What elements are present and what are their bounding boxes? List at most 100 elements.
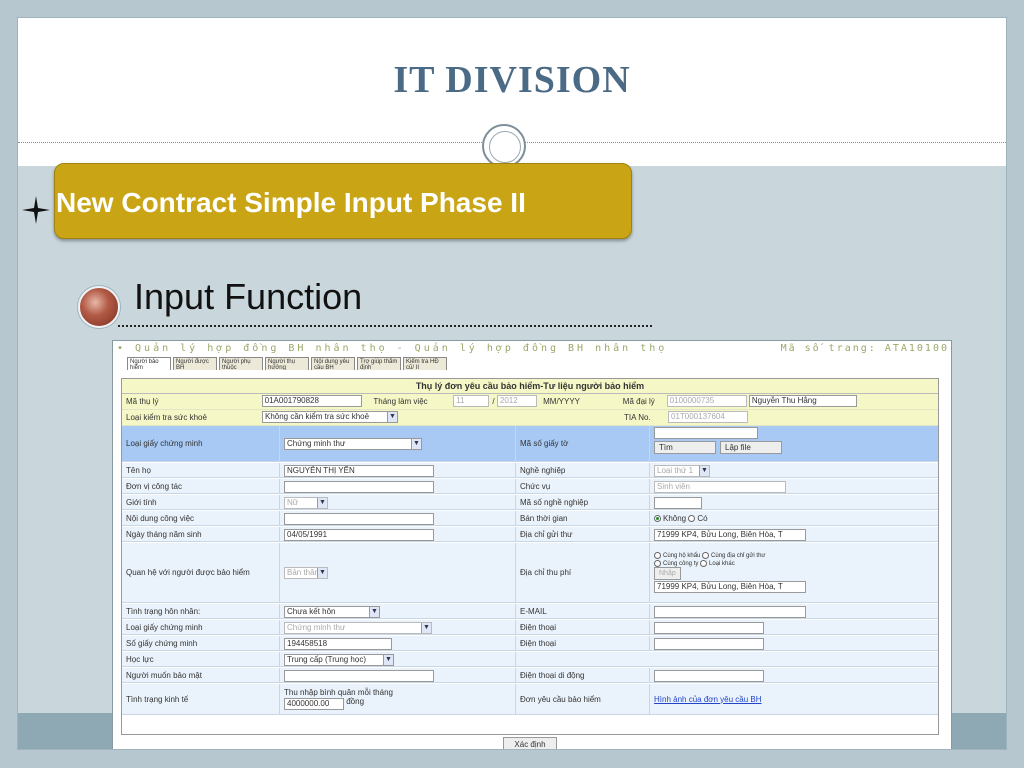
dropdown-value: Chưa kết hôn bbox=[287, 606, 336, 616]
radio-same-company[interactable] bbox=[654, 559, 661, 567]
field-label: E-MAIL bbox=[516, 604, 650, 618]
year-field[interactable]: 2012 bbox=[496, 395, 537, 407]
text-input[interactable]: Sinh viên bbox=[654, 480, 786, 493]
field-value-cell: Chưa kết hôn ▼ bbox=[280, 604, 516, 618]
dropdown-value: Trung cấp (Trung học) bbox=[287, 654, 366, 664]
text-input[interactable] bbox=[654, 605, 806, 618]
agent-name-field[interactable]: Nguyễn Thu Hằng bbox=[748, 395, 857, 407]
radio-yes[interactable] bbox=[688, 514, 696, 522]
field-label: Ngày tháng năm sinh bbox=[122, 527, 280, 541]
field-label: Nghề nghiệp bbox=[516, 463, 650, 477]
tab-tro-giup-tham-dinh[interactable]: Trợ giúp thẩm định bbox=[357, 357, 401, 370]
circle-ornament-icon bbox=[482, 124, 526, 168]
field-value-cell: Hình ảnh của đơn yêu cầu BH bbox=[650, 684, 940, 714]
dropdown-value: Loại thứ 1 bbox=[657, 465, 694, 475]
document-number-input[interactable] bbox=[654, 427, 758, 439]
health-check-select[interactable]: Không cần kiểm tra sức khoẻ ▼ bbox=[262, 411, 398, 423]
field-value-cell bbox=[280, 511, 516, 525]
text-input[interactable] bbox=[284, 669, 434, 682]
grid-row: Học lực Trung cấp (Trung học) ▼ bbox=[122, 652, 938, 667]
radio-other[interactable] bbox=[700, 559, 708, 567]
field-value-cell: 71999 KP4, Bửu Long, Biên Hòa, T bbox=[650, 527, 940, 541]
field-label: Học lực bbox=[122, 652, 280, 666]
dropdown-select[interactable]: Bản thân ▼ bbox=[284, 567, 328, 579]
tab-bar: Người bảo hiểm Người được BH Người phụ t… bbox=[113, 357, 951, 370]
field-label: Tình trạng hôn nhân: bbox=[122, 604, 280, 618]
text-input[interactable] bbox=[654, 621, 764, 634]
tab-nguoi-bao-hiem[interactable]: Người bảo hiểm bbox=[127, 357, 171, 370]
confirm-button[interactable]: Xác định bbox=[503, 737, 557, 749]
tab-nguoi-duoc-bh[interactable]: Người được BH bbox=[173, 357, 217, 370]
grid-row: Số giấy chứng minh 194458518 Điện thoại bbox=[122, 636, 938, 651]
billing-address-input[interactable]: 71999 KP4, Bửu Long, Biên Hòa, T bbox=[654, 580, 806, 593]
enter-button[interactable]: Nhập bbox=[654, 566, 681, 580]
dropdown-select[interactable]: Chưa kết hôn ▼ bbox=[284, 605, 380, 618]
field-label: Giới tính bbox=[122, 495, 280, 509]
field-label-text: Nghề nghiệp bbox=[520, 465, 566, 475]
dropdown-select[interactable]: Nữ ▼ bbox=[284, 496, 328, 509]
field-label-text: Chức vụ bbox=[520, 481, 551, 491]
ma-dai-ly-label: Mã đại lý bbox=[622, 397, 655, 406]
thang-lam-viec-label: Tháng làm việc bbox=[373, 397, 428, 406]
occupation-select[interactable]: Loại thứ 1 ▼ bbox=[654, 464, 710, 477]
ma-thu-ly-field[interactable]: 01A001790828 bbox=[261, 395, 362, 407]
dropdown-select[interactable]: Chứng minh thư ▼ bbox=[284, 438, 422, 450]
field-label-text: Điện thoại di động bbox=[520, 670, 585, 680]
tab-nguoi-phu-thuoc[interactable]: Người phụ thuộc bbox=[219, 357, 263, 370]
tab-noi-dung-yeu-cau[interactable]: Nội dung yêu cầu BH bbox=[311, 357, 355, 370]
date-format-hint: MM/YYYY bbox=[543, 397, 581, 406]
field-label-text: Loại giấy chứng minh bbox=[126, 439, 203, 448]
field-value-cell bbox=[280, 479, 516, 493]
dropdown-select[interactable]: Trung cấp (Trung học) ▼ bbox=[284, 653, 394, 666]
field-label: Địa chỉ thu phí bbox=[516, 543, 650, 602]
tia-no-field[interactable]: 01T000137604 bbox=[668, 411, 748, 423]
field-label: Loại giấy chứng minh bbox=[122, 620, 280, 634]
field-value-cell: Chứng minh thư ▼ bbox=[280, 426, 516, 461]
dropdown-value: Nữ bbox=[287, 497, 299, 507]
radio-line: Cùng công ty Loại khác bbox=[654, 559, 735, 567]
text-input[interactable] bbox=[654, 496, 702, 509]
dropdown-value: Chứng minh thư bbox=[287, 439, 346, 448]
dropdown-select[interactable]: Chứng minh thư ▼ bbox=[284, 621, 432, 634]
form-row-1: Mã thụ lý 01A001790828 Tháng làm việc 11… bbox=[122, 394, 938, 410]
radio-same-mailing[interactable] bbox=[702, 552, 710, 560]
income-row: 4000000.00 đồng bbox=[284, 697, 364, 710]
field-label: Đơn yêu cầu bảo hiểm bbox=[516, 684, 650, 714]
agent-code-field[interactable]: 0100000735 bbox=[666, 395, 747, 407]
field-label-text: Ngày tháng năm sinh bbox=[126, 529, 202, 539]
field-label: Điện thoại bbox=[516, 620, 650, 634]
find-button[interactable]: Tìm bbox=[654, 441, 716, 454]
submit-bar: Xác định bbox=[121, 737, 939, 749]
text-input[interactable] bbox=[284, 480, 434, 493]
text-input[interactable] bbox=[654, 637, 764, 650]
radio-same-household[interactable] bbox=[654, 552, 661, 560]
field-label-text: Học lực bbox=[126, 654, 154, 664]
income-label: Thu nhập bình quân mỗi tháng bbox=[284, 688, 393, 697]
grid-row: Ngày tháng năm sinh 04/05/1991 Địa chỉ gửi… bbox=[122, 527, 938, 542]
text-input[interactable]: 194458518 bbox=[284, 637, 392, 650]
create-file-button[interactable]: Lập file bbox=[720, 441, 782, 454]
text-input[interactable] bbox=[284, 512, 434, 525]
field-label-text: Giới tính bbox=[126, 497, 157, 507]
slide: IT DIVISION New Contract Simple Input Ph… bbox=[17, 17, 1007, 750]
text-input[interactable]: 04/05/1991 bbox=[284, 528, 434, 541]
tab-nguoi-thu-huong[interactable]: Người thụ hưởng bbox=[265, 357, 309, 370]
income-unit: đồng bbox=[344, 697, 365, 706]
text-input[interactable]: NGUYỄN THỊ YẾN bbox=[284, 464, 434, 477]
text-input[interactable]: 71999 KP4, Bửu Long, Biên Hòa, T bbox=[654, 528, 806, 541]
field-value-cell bbox=[280, 668, 516, 682]
tab-kiem-tra-hd[interactable]: Kiểm tra HĐ cũ/ II bbox=[403, 357, 447, 370]
form-row-2: Loại kiểm tra sức khoẻ Không cần kiểm tr… bbox=[122, 410, 938, 426]
field-label-text: Địa chỉ thu phí bbox=[520, 568, 572, 577]
field-value-cell: Nữ ▼ bbox=[280, 495, 516, 509]
month-field[interactable]: 11 bbox=[453, 395, 490, 407]
application-image-link[interactable]: Hình ảnh của đơn yêu cầu BH bbox=[654, 695, 762, 704]
field-value-cell: Trung cấp (Trung học) ▼ bbox=[280, 652, 516, 666]
radio-no[interactable] bbox=[654, 514, 661, 522]
income-input[interactable]: 4000000.00 bbox=[284, 698, 344, 710]
field-value-cell bbox=[650, 495, 940, 509]
bullet-ball-icon bbox=[78, 286, 120, 328]
text-input[interactable] bbox=[654, 669, 764, 682]
field-label-text: Đơn vị công tác bbox=[126, 481, 182, 491]
chevron-down-icon: ▼ bbox=[411, 439, 421, 449]
